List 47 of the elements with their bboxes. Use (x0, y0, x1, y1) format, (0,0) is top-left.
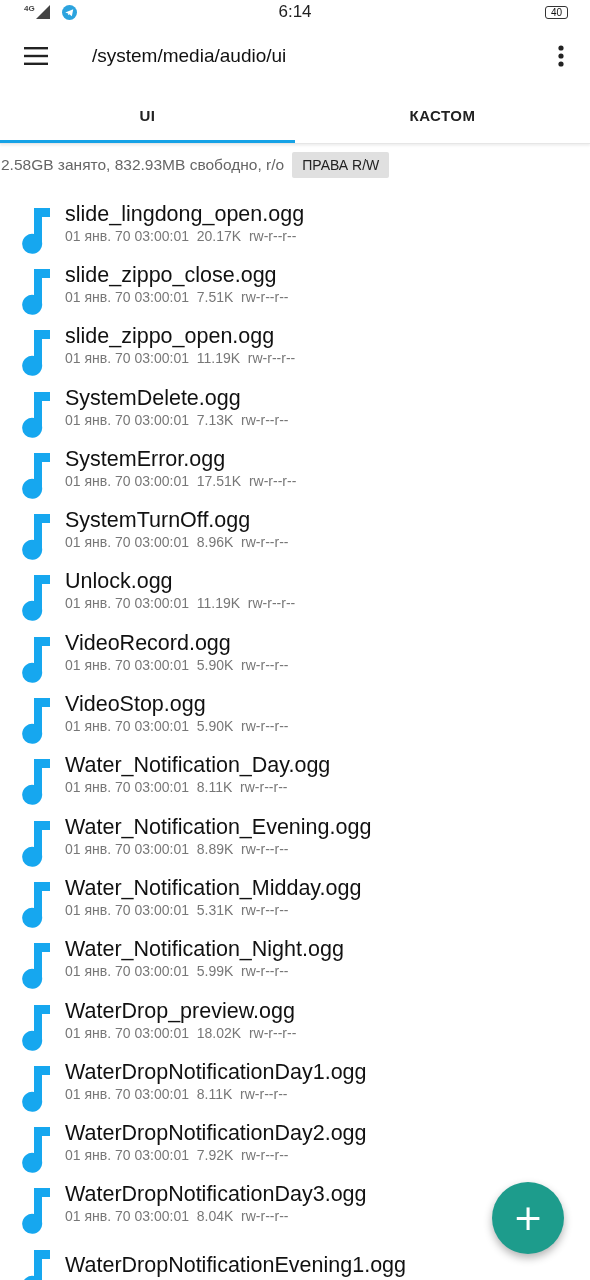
file-details: 01 янв. 70 03:00:01 8.11K rw-r--r-- (65, 778, 289, 797)
clock-time: 6:14 (277, 2, 313, 22)
tab[interactable]: КАСТОМ (295, 88, 590, 143)
signal-icon (35, 5, 50, 19)
file-name[interactable]: slide_zippo_close.ogg (65, 261, 289, 288)
file-name[interactable]: VideoStop.ogg (65, 691, 289, 717)
file-details: 01 янв. 70 03:00:01 8.11K rw-r--r-- (65, 1084, 289, 1103)
file-details: 01 янв. 70 03:00:01 5.31K rw-r--r-- (65, 900, 290, 919)
menu-icon[interactable] (24, 47, 48, 65)
file-name[interactable]: Unlock.ogg (65, 568, 296, 595)
file-details: 01 янв. 70 03:00:01 5.90K rw-r--r-- (65, 655, 289, 674)
more-options-icon[interactable] (558, 45, 564, 67)
file-name[interactable]: SystemTurnOff.ogg (65, 507, 289, 534)
file-details: 01 янв. 70 03:00:01 8.89K rw-r--r-- (65, 839, 290, 858)
file-name[interactable]: WaterDrop_preview.ogg (65, 997, 297, 1024)
file-name[interactable]: SystemDelete.ogg (65, 384, 289, 411)
file-name[interactable]: Water_Notification_Day.ogg (65, 752, 331, 779)
file-details: 01 янв. 70 03:00:01 11.19K rw-r--r-- (65, 349, 296, 368)
file-name[interactable]: slide_zippo_open.ogg (65, 323, 296, 350)
file-name[interactable]: WaterDropNotificationEvening1.ogg (65, 1251, 406, 1278)
file-details: 01 янв. 70 03:00:01 11.19K rw-r--r-- (65, 594, 296, 613)
file-details: 01 янв. 70 03:00:01 8.96K rw-r--r-- (65, 533, 289, 552)
folder-path: /system/media/audio/ui (92, 45, 287, 67)
network-type: 4G (24, 4, 35, 13)
tab[interactable]: UI (0, 88, 295, 143)
file-details: 01 янв. 70 03:00:01 7.92K rw-r--r-- (65, 1146, 290, 1165)
file-details: 01 янв. 70 03:00:01 18.02K rw-r--r-- (65, 1023, 297, 1042)
file-details: 01 янв. 70 03:00:01 5.90K rw-r--r-- (65, 717, 289, 735)
file-details: 01 янв. 70 03:00:01 5.99K rw-r--r-- (65, 962, 290, 981)
file-name[interactable]: Water_Notification_Midday.ogg (65, 874, 362, 901)
file-details: 01 янв. 70 03:00:01 8.04K rw-r--r-- (65, 1207, 290, 1226)
storage-info: 2.58GB занято, 832.93MB свободно, r/o (1, 156, 285, 174)
paper-plane-icon (61, 4, 77, 20)
file-name[interactable]: Water_Notification_Night.ogg (65, 936, 344, 963)
battery-icon: 40 (544, 5, 568, 19)
file-name[interactable]: SystemError.ogg (65, 445, 297, 472)
file-name[interactable]: WaterDropNotificationDay2.ogg (65, 1120, 367, 1147)
file-details: 01 янв. 70 03:00:01 17.51K rw-r--r-- (65, 471, 297, 490)
file-name[interactable]: slide_lingdong_open.ogg (65, 200, 305, 227)
permissions-button[interactable]: ПРАВА R/W (292, 152, 390, 178)
file-details: 01 янв. 70 03:00:01 20.17K rw-r--r-- (65, 226, 298, 245)
file-name[interactable]: VideoRecord.ogg (65, 629, 289, 656)
file-name[interactable]: WaterDropNotificationDay3.ogg (65, 1181, 367, 1208)
file-name[interactable]: Water_Notification_Evening.ogg (65, 813, 372, 840)
file-name[interactable]: WaterDropNotificationDay1.ogg (65, 1058, 367, 1085)
file-details: 01 янв. 70 03:00:01 7.51K rw-r--r-- (65, 287, 289, 306)
file-details: 01 янв. 70 03:00:01 7.13K rw-r--r-- (65, 410, 289, 429)
